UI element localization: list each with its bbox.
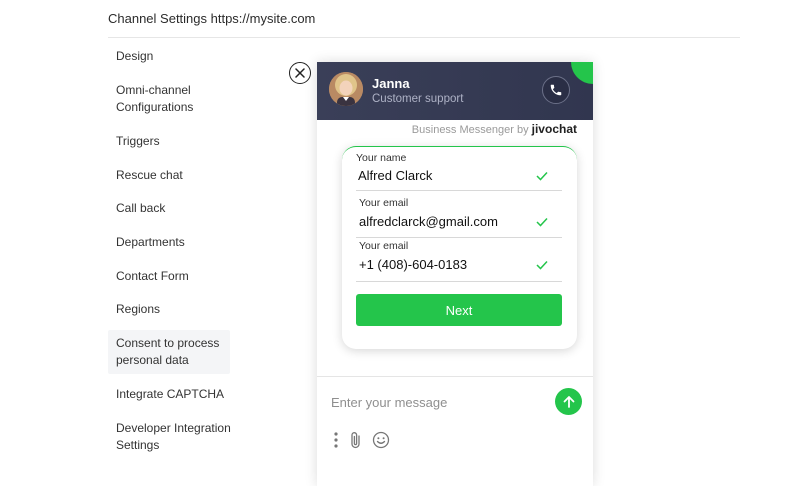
sidebar-item-triggers[interactable]: Triggers [108, 133, 230, 150]
more-options-icon[interactable] [333, 431, 339, 449]
close-widget-button[interactable] [289, 62, 311, 84]
field-value[interactable]: +1 (408)-604-0183 [359, 257, 467, 272]
emoji-icon[interactable] [372, 431, 390, 449]
email-field[interactable]: Your email alfredclarck@gmail.com [356, 197, 562, 239]
header-divider [108, 37, 740, 38]
field-value[interactable]: Alfred Clarck [358, 168, 432, 183]
sidebar-item-omni-channel[interactable]: Omni-channel Configurations [108, 82, 230, 116]
sidebar-item-contact-form[interactable]: Contact Form [108, 268, 230, 285]
check-icon [536, 260, 548, 270]
field-underline [356, 190, 562, 191]
sidebar-item-departments[interactable]: Departments [108, 234, 230, 251]
field-label: Your email [359, 240, 409, 252]
branding-text: Business Messenger by [411, 124, 529, 136]
brand-logo: jivochat [531, 122, 577, 136]
widget-header: Janna Customer support [317, 62, 593, 120]
field-underline [356, 237, 562, 238]
check-icon [536, 217, 548, 227]
field-value[interactable]: alfredclarck@gmail.com [359, 214, 498, 229]
call-button[interactable] [542, 76, 570, 104]
sidebar-item-consent[interactable]: Consent to process personal data [108, 330, 230, 374]
sidebar-item-rescue-chat[interactable]: Rescue chat [108, 167, 230, 184]
page-title: Channel Settings https://mysite.com [108, 11, 316, 26]
field-underline [356, 281, 562, 282]
close-icon [295, 68, 305, 78]
sidebar-item-design[interactable]: Design [108, 48, 230, 65]
status-indicator [571, 62, 593, 84]
sidebar-item-regions[interactable]: Regions [108, 301, 230, 318]
send-button[interactable] [555, 388, 582, 415]
sidebar-item-developer[interactable]: Developer Integration Settings [108, 420, 232, 454]
arrow-up-icon [563, 395, 574, 408]
sidebar-item-call-back[interactable]: Call back [108, 200, 230, 217]
sidebar-item-captcha[interactable]: Integrate CAPTCHA [108, 386, 230, 403]
field-label: Your email [359, 197, 409, 209]
name-field[interactable]: Your name Alfred Clarck [356, 152, 562, 192]
contact-form-card: Your name Alfred Clarck Your email alfre… [342, 146, 577, 349]
field-label: Your name [356, 152, 407, 164]
message-input[interactable] [331, 390, 536, 414]
check-icon [536, 171, 548, 181]
chat-widget: Janna Customer support Business Messenge… [317, 62, 593, 486]
agent-avatar [329, 72, 363, 106]
phone-icon [550, 84, 562, 96]
composer-divider [317, 376, 593, 377]
attachment-icon[interactable] [349, 431, 363, 449]
agent-role: Customer support [372, 93, 464, 105]
branding: Business Messenger by jivochat [412, 122, 577, 136]
next-button[interactable]: Next [356, 294, 562, 326]
phone-field[interactable]: Your email +1 (408)-604-0183 [356, 240, 562, 282]
agent-name: Janna [372, 76, 410, 91]
